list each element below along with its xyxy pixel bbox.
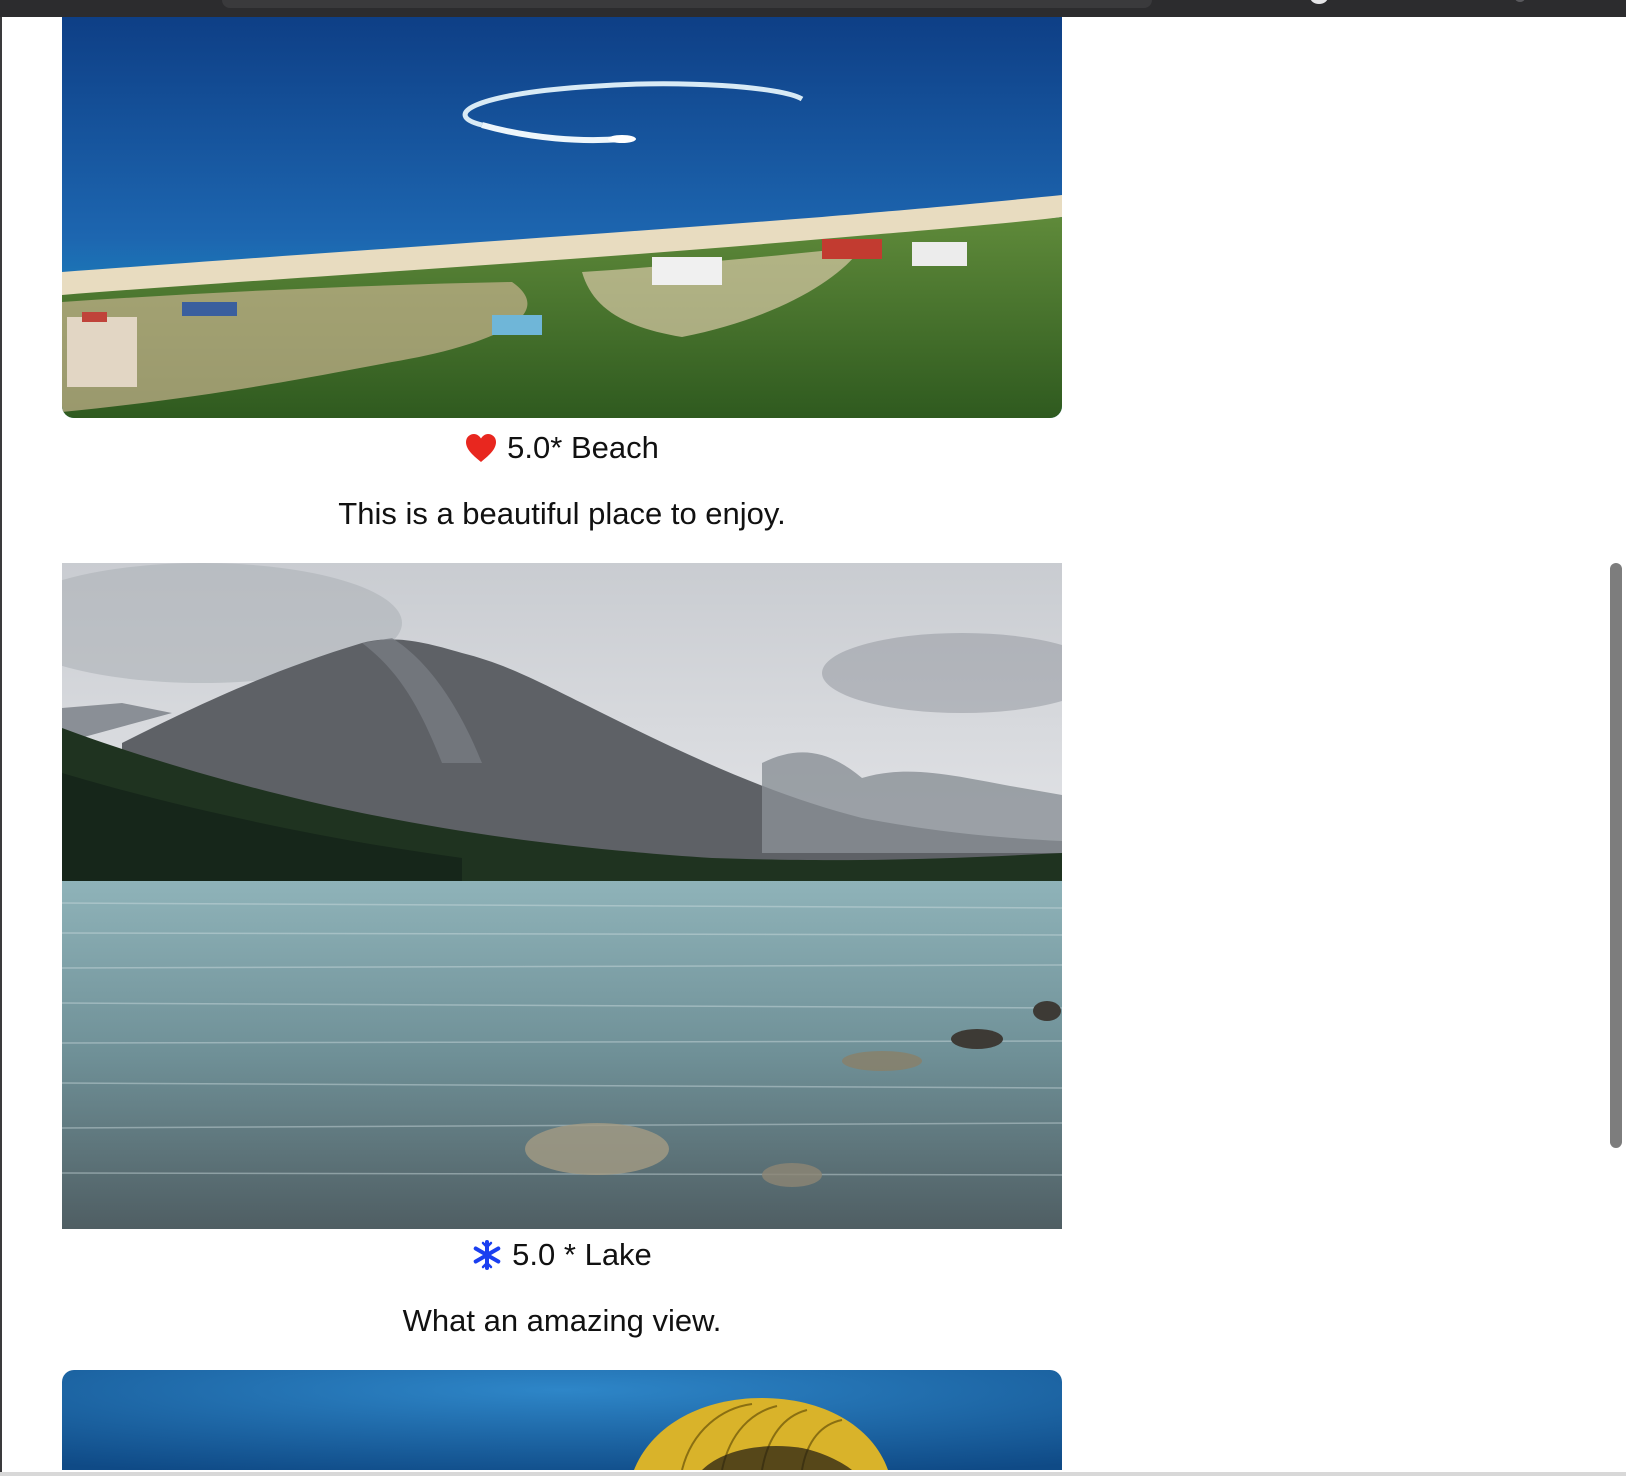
lake-description: What an amazing view.	[402, 1303, 722, 1338]
lake-name: Lake	[584, 1237, 652, 1272]
vertical-scrollbar[interactable]	[1610, 563, 1622, 1148]
beach-caption: 5.0* Beach	[62, 430, 1062, 466]
beach-photo	[62, 17, 1062, 418]
card-list: 5.0* Beach This is a beautiful place to …	[62, 17, 1062, 1470]
lake-caption: 5.0 * Lake	[62, 1237, 1062, 1273]
menu-icon[interactable]	[1515, 0, 1525, 2]
lake-photo	[62, 563, 1062, 1229]
card-lake: 5.0 * Lake What an amazing view.	[62, 563, 1062, 1339]
parachute-photo	[62, 1370, 1062, 1470]
beach-description: This is a beautiful place to enjoy.	[338, 496, 786, 531]
window-edge	[0, 17, 2, 1476]
snowflake-icon	[472, 1240, 502, 1270]
card-beach: 5.0* Beach This is a beautiful place to …	[62, 17, 1062, 532]
beach-rating: 5.0*	[507, 430, 563, 465]
card-parachute	[62, 1370, 1062, 1470]
beach-name: Beach	[570, 430, 659, 465]
window-bottom-edge	[0, 1472, 1626, 1476]
address-bar[interactable]	[222, 0, 1152, 8]
browser-toolbar	[0, 0, 1626, 17]
lake-rating: 5.0 *	[512, 1237, 576, 1272]
heart-icon	[465, 433, 497, 463]
profile-icon[interactable]	[1310, 0, 1328, 4]
